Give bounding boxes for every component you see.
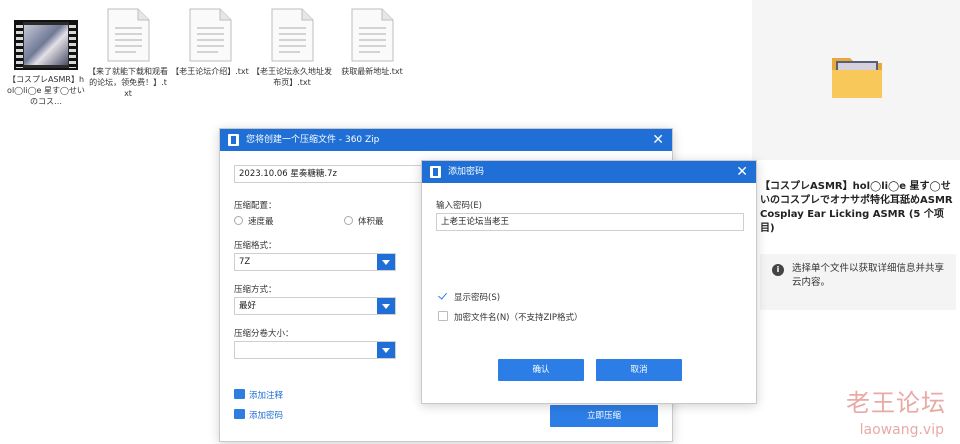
method-select[interactable]: 最好 — [234, 297, 396, 315]
radio-dot — [234, 216, 243, 225]
checkbox-box — [438, 311, 448, 321]
method-label: 压缩方式： — [234, 285, 277, 295]
text-file-icon — [351, 8, 394, 62]
details-panel: 【コスプレASMR】hol◯li◯e 星す◯せいのコスプレでオナサポ特化耳舐めA… — [752, 0, 960, 444]
password-dialog-titlebar[interactable]: 添加密码 ✕ — [422, 161, 756, 183]
compress-dialog-titlebar[interactable]: 您将创建一个压缩文件 - 360 Zip ✕ — [220, 129, 672, 151]
compress-now-button[interactable]: 立即压缩 — [550, 405, 658, 427]
format-label: 压缩格式： — [234, 241, 277, 251]
chevron-down-icon — [377, 254, 395, 270]
info-tip: i 选择单个文件以获取详细信息并共享云内容。 — [760, 254, 956, 310]
text-file-icon — [107, 8, 150, 62]
info-icon: i — [772, 264, 784, 276]
watermark: 老王论坛 — [846, 389, 946, 417]
file-label: 【老王论坛永久地址发布页】.txt — [252, 67, 332, 87]
file-label: 【コスプレASMR】hol◯li◯e 星す◯せいのコス… — [7, 75, 85, 106]
add-password-label: 添加密码 — [249, 411, 284, 421]
chevron-down-icon — [377, 298, 395, 314]
file-txt-2[interactable]: 【老王论坛介绍】.txt — [170, 8, 250, 77]
password-input-label: 输入密码(E) — [436, 201, 483, 211]
file-txt-1[interactable]: 【来了就能下载和观看的论坛，领免费！】.txt — [88, 8, 168, 99]
checkmark-icon — [438, 291, 448, 301]
compression-config-label: 压缩配置： — [234, 201, 277, 211]
video-thumbnail — [14, 20, 78, 70]
format-value: 7Z — [239, 257, 251, 267]
file-video[interactable]: 【コスプレASMR】hol◯li◯e 星す◯せいのコス… — [6, 20, 86, 107]
file-label: 【老王论坛介绍】.txt — [171, 67, 249, 76]
split-size-select[interactable] — [234, 341, 396, 359]
file-txt-4[interactable]: 获取最新地址.txt — [332, 8, 412, 77]
add-comment-link[interactable]: 添加注释 — [234, 389, 283, 401]
chevron-down-icon — [377, 342, 395, 358]
radio-speed-label: 速度最 — [248, 217, 274, 227]
password-input[interactable]: 上老王论坛当老王 — [436, 213, 744, 231]
add-comment-label: 添加注释 — [249, 391, 284, 401]
screen: 【コスプレASMR】hol◯li◯e 星す◯せいのコス… 【来了就能下载和观看的… — [0, 0, 960, 444]
encrypt-filenames-checkbox[interactable]: 加密文件名(N)（不支持ZIP格式） — [438, 311, 582, 323]
preview-area — [752, 0, 960, 160]
show-password-checkbox[interactable]: 显示密码(S) — [438, 291, 500, 303]
zip-app-icon — [430, 166, 441, 178]
file-txt-3[interactable]: 【老王论坛永久地址发布页】.txt — [252, 8, 332, 88]
split-size-label: 压缩分卷大小： — [234, 329, 294, 339]
close-icon[interactable]: ✕ — [652, 129, 664, 151]
radio-speed[interactable]: 速度最 — [234, 215, 274, 227]
lock-icon — [234, 409, 245, 419]
encrypt-filenames-label: 加密文件名(N)（不支持ZIP格式） — [454, 313, 583, 323]
text-file-icon — [271, 8, 314, 62]
comment-icon — [234, 389, 245, 399]
confirm-button[interactable]: 确认 — [498, 359, 584, 381]
password-dialog: 添加密码 ✕ 输入密码(E) 上老王论坛当老王 显示密码(S) 加密文件名(N)… — [421, 160, 757, 404]
method-value: 最好 — [239, 301, 257, 311]
tip-text: 选择单个文件以获取详细信息并共享云内容。 — [792, 263, 945, 288]
radio-dot — [344, 216, 353, 225]
watermark-url: laowang.vip — [859, 422, 944, 438]
add-password-link[interactable]: 添加密码 — [234, 409, 283, 421]
radio-size[interactable]: 体积最 — [344, 215, 384, 227]
close-icon[interactable]: ✕ — [736, 161, 748, 183]
folder-title: 【コスプレASMR】hol◯li◯e 星す◯せいのコスプレでオナサポ特化耳舐めA… — [760, 181, 953, 234]
cancel-button[interactable]: 取消 — [596, 359, 682, 381]
radio-size-label: 体积最 — [358, 217, 384, 227]
show-password-label: 显示密码(S) — [454, 293, 501, 303]
zip-app-icon — [228, 134, 239, 146]
text-file-icon — [189, 8, 232, 62]
password-dialog-title: 添加密码 — [448, 167, 485, 177]
compress-dialog-title: 您将创建一个压缩文件 - 360 Zip — [246, 135, 380, 145]
file-label: 【来了就能下载和观看的论坛，领免费！】.txt — [88, 67, 168, 98]
format-select[interactable]: 7Z — [234, 253, 396, 271]
folder-icon — [832, 58, 882, 98]
file-label: 获取最新地址.txt — [341, 67, 403, 76]
